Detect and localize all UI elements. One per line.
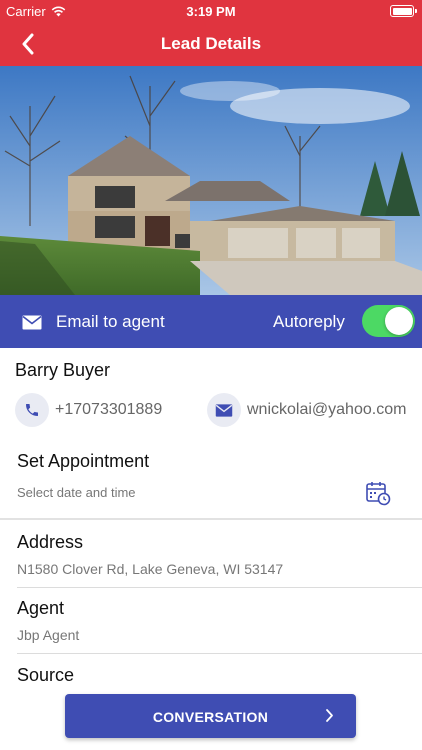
email-agent-label[interactable]: Email to agent [56, 312, 165, 332]
divider [17, 587, 422, 588]
address-value: N1580 Clover Rd, Lake Geneva, WI 53147 [17, 561, 284, 577]
toggle-knob [385, 307, 413, 335]
email-address[interactable]: wnickolai@yahoo.com [247, 401, 406, 419]
phone-contact[interactable]: +17073301889 [15, 393, 162, 427]
nav-bar: Lead Details [0, 22, 422, 66]
lead-name: Barry Buyer [15, 360, 111, 380]
calendar-button[interactable] [365, 480, 391, 511]
conversation-button[interactable]: CONVERSATION [65, 694, 356, 738]
section-divider [0, 518, 422, 520]
property-photo [0, 66, 422, 295]
phone-icon-circle[interactable] [15, 393, 49, 427]
source-label: Source [17, 665, 75, 685]
battery-icon [390, 5, 417, 17]
action-strip: Email to agent Autoreply [0, 295, 422, 348]
set-appointment-title: Set Appointment [17, 451, 150, 471]
agent-label: Agent [17, 598, 65, 618]
address-label: Address [17, 532, 84, 552]
autoreply-toggle[interactable] [362, 305, 415, 337]
autoreply-label: Autoreply [273, 312, 345, 331]
email-contact[interactable]: wnickolai@yahoo.com [207, 393, 406, 427]
status-bar: Carrier 3:19 PM [0, 0, 422, 22]
calendar-clock-icon [366, 482, 391, 506]
appointment-placeholder[interactable]: Select date and time [17, 485, 136, 500]
envelope-icon [22, 315, 42, 329]
email-agent-button[interactable] [16, 307, 48, 337]
status-time: 3:19 PM [186, 4, 236, 19]
top-bar: Carrier 3:19 PM Lead Details [0, 0, 422, 66]
envelope-icon [215, 403, 233, 417]
house-photo [0, 66, 422, 295]
agent-value: Jbp Agent [17, 627, 80, 643]
phone-icon [26, 404, 38, 416]
chevron-right-icon [326, 709, 333, 722]
phone-number[interactable]: +17073301889 [55, 401, 162, 419]
page-title: Lead Details [160, 34, 262, 53]
conversation-label: CONVERSATION [152, 709, 269, 725]
email-icon-circle[interactable] [207, 393, 241, 427]
divider [17, 653, 422, 654]
